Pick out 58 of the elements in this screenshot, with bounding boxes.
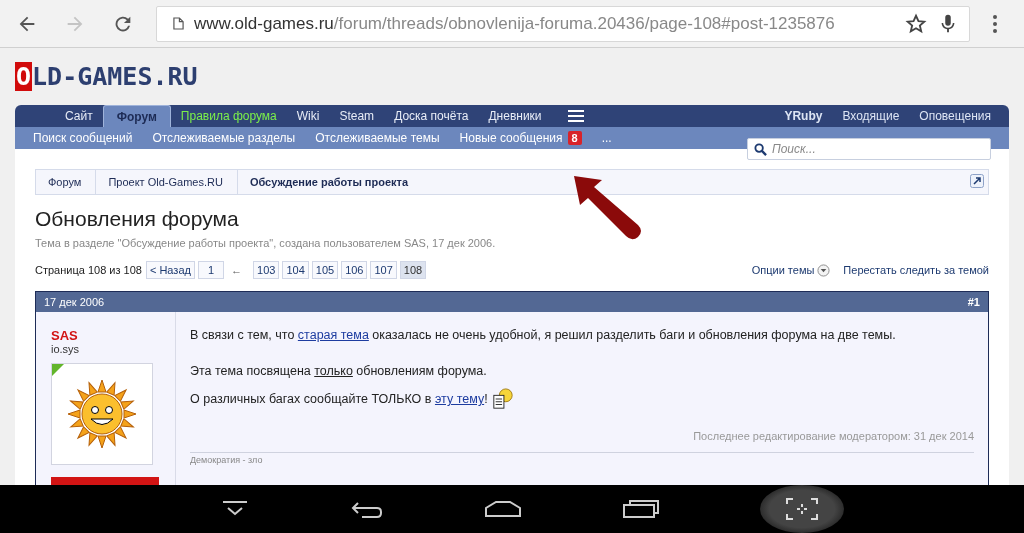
page-button[interactable]: 106 xyxy=(341,261,368,279)
page-button[interactable]: 105 xyxy=(311,261,339,279)
nav-tab[interactable]: Wiki xyxy=(286,105,330,127)
breadcrumb-link[interactable]: Проект Old-Games.RU xyxy=(96,170,238,194)
page-button[interactable]: 104 xyxy=(282,261,309,279)
thread-link[interactable]: старая тема xyxy=(297,328,369,342)
message-text: Эта тема посвящена только обновлениям форума. xyxy=(190,363,488,380)
unwatch-link[interactable]: Перестать следить за темой xyxy=(843,264,989,276)
thread-title: Обновления форума xyxy=(35,207,240,231)
menu-icon[interactable] xyxy=(567,110,584,122)
back-icon[interactable] xyxy=(350,499,384,519)
nav-link[interactable]: Входящие xyxy=(832,105,910,127)
message-text: О различных багах сообщайте ТОЛЬКО в эту тему! xyxy=(190,390,974,408)
breadcrumb-link[interactable]: Обсуждение работы проекта xyxy=(237,170,423,194)
online-indicator-icon xyxy=(52,364,64,376)
nav-tab[interactable]: Правила форума xyxy=(170,105,287,127)
page-button[interactable]: 107 xyxy=(370,261,397,279)
subnav-link[interactable]: Отслеживаемые разделы xyxy=(142,131,306,145)
edit-note: Последнее редактирование модератором: 31 дек 2014 xyxy=(190,430,974,453)
screenshot-icon xyxy=(785,497,819,521)
subnav-link[interactable]: Отслеживаемые темы xyxy=(305,131,450,145)
prev-page-button[interactable]: < Назад xyxy=(145,261,195,279)
nav-tab[interactable]: Сайт xyxy=(55,105,103,127)
page-icon xyxy=(173,17,184,30)
subnav-link[interactable]: Новые сообщения 8 xyxy=(449,131,592,145)
nav-tab[interactable]: Дневники xyxy=(478,105,552,127)
signature-text: Демократия - зло xyxy=(190,455,264,465)
dropdown-icon[interactable] xyxy=(817,263,831,277)
thread-meta: Тема в разделе "Обсуждение работы проекта", создана пользователем SAS, 17 дек 2006. xyxy=(35,237,497,249)
page-count: Страница 108 из 108 xyxy=(35,264,142,276)
subnav-link[interactable]: ... xyxy=(591,131,622,145)
post-number-link[interactable]: #1 xyxy=(967,296,980,308)
home-icon[interactable] xyxy=(484,499,522,519)
subnav-link[interactable]: Поиск сообщений xyxy=(23,131,143,145)
page-button[interactable]: 103 xyxy=(253,261,280,279)
page-jump-link[interactable]: ← xyxy=(231,264,243,276)
post-date: 17 дек 2006 xyxy=(44,296,105,308)
nav-tab[interactable]: Форум xyxy=(102,105,171,127)
nav-tab[interactable]: Steam xyxy=(329,105,385,127)
recent-apps-icon[interactable] xyxy=(622,499,660,519)
star-icon[interactable] xyxy=(905,12,927,35)
breadcrumb-link[interactable]: Форум xyxy=(36,170,97,194)
nav-link[interactable]: Оповещения xyxy=(909,105,1001,127)
message-text: В связи с тем, что старая тема оказалась не очень удобной, я решил разделить баги и обновления форума на две темы. xyxy=(190,327,897,344)
author-name[interactable]: SAS xyxy=(51,328,175,343)
address-bar[interactable]: www.old-games.ru/forum/threads/obnovlenija-foruma.20436/page-108#post-1235876 xyxy=(156,5,970,42)
site-logo[interactable]: OLD-GAMES.RU xyxy=(15,63,198,91)
expand-icon[interactable] xyxy=(970,174,984,188)
avatar-frame[interactable] xyxy=(51,363,153,465)
page-button[interactable]: 108 xyxy=(399,261,427,279)
page-button[interactable]: 1 xyxy=(197,261,225,279)
smiley-notepad-icon xyxy=(491,388,514,410)
nav-tab[interactable]: Доска почёта xyxy=(384,105,479,127)
user-title: io.sys xyxy=(51,343,81,355)
thread-options-link[interactable]: Опции темы xyxy=(751,264,815,276)
username-link[interactable]: YRuby xyxy=(774,105,833,127)
menu-icon[interactable] xyxy=(992,13,998,34)
search-field[interactable]: Поиск... xyxy=(747,138,991,160)
